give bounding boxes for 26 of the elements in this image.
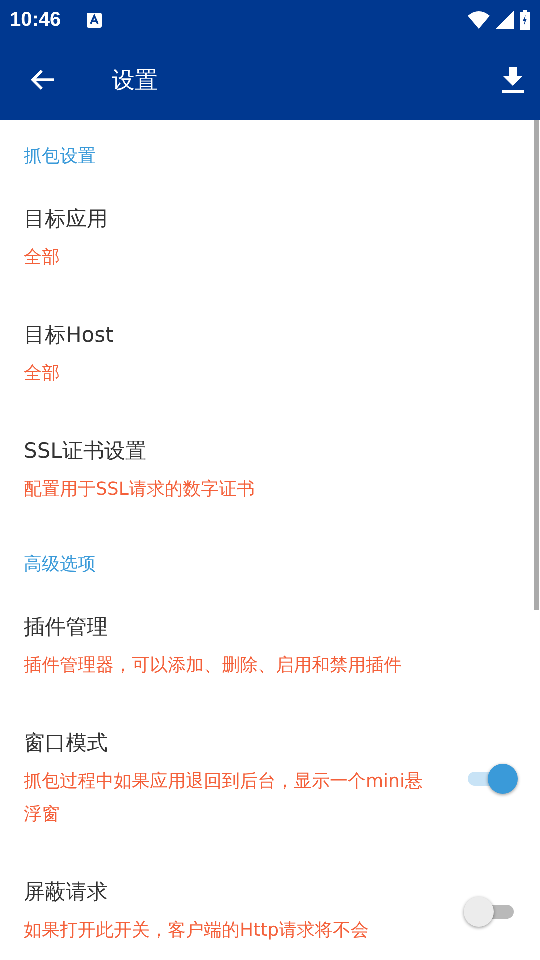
battery-icon xyxy=(520,10,530,30)
section-header: 抓包设置 xyxy=(23,145,97,169)
section-header: 高级选项 xyxy=(23,553,97,577)
settings-item[interactable]: 窗口模式 抓包过程中如果应用退回到后台，显示一个mini悬浮窗 xyxy=(0,704,540,853)
setting-summary: 插件管理器，可以添加、删除、启用和禁用插件 xyxy=(24,654,403,678)
setting-title: 窗口模式 xyxy=(24,730,109,757)
signal-icon xyxy=(496,11,514,29)
wifi-icon xyxy=(468,11,490,29)
status-time: 10:46 xyxy=(10,8,62,32)
settings-item[interactable]: 目标应用 全部 xyxy=(0,180,540,296)
setting-summary: 全部 xyxy=(24,362,61,386)
setting-summary: 如果打开此开关，客户端的Http请求将不会 xyxy=(24,919,370,943)
setting-summary: 抓包过程中如果应用退回到后台，显示一个mini悬浮窗 xyxy=(24,770,424,827)
settings-item[interactable]: 屏蔽请求 如果打开此开关，客户端的Http请求将不会 xyxy=(0,853,540,960)
setting-summary: 配置用于SSL请求的数字证书 xyxy=(24,478,256,502)
setting-title: 目标应用 xyxy=(24,206,109,233)
setting-title: 屏蔽请求 xyxy=(24,879,109,906)
setting-summary: 全部 xyxy=(24,246,61,270)
setting-title: 插件管理 xyxy=(24,614,109,641)
setting-title: 目标Host xyxy=(24,322,115,349)
screen-title: 设置 xyxy=(112,66,158,96)
keyboard-notification-icon xyxy=(87,12,102,28)
settings-item[interactable]: 插件管理 插件管理器，可以添加、删除、启用和禁用插件 xyxy=(0,588,540,704)
settings-item[interactable]: SSL证书设置 配置用于SSL请求的数字证书 xyxy=(0,412,540,528)
setting-title: SSL证书设置 xyxy=(24,438,148,465)
settings-item[interactable]: 目标Host 全部 xyxy=(0,296,540,412)
